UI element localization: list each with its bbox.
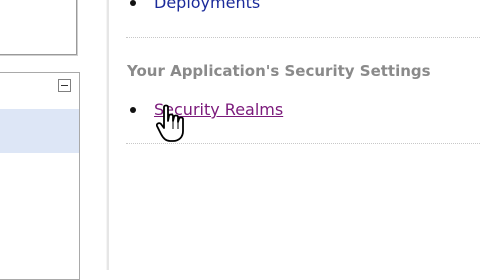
sidebar-top-panel xyxy=(0,0,77,55)
vertical-divider xyxy=(106,0,109,270)
panel-header xyxy=(0,73,79,109)
section-title: Your Application's Security Settings xyxy=(127,62,431,80)
hand-pointer-icon xyxy=(156,104,184,142)
list-item-security-realms: Security Realms xyxy=(130,100,283,119)
collapse-icon[interactable] xyxy=(58,79,71,92)
list-item-deployments: Deployments xyxy=(130,0,260,12)
panel-selected-row[interactable] xyxy=(0,109,79,153)
deployments-link[interactable]: Deployments xyxy=(154,0,260,12)
bullet-icon xyxy=(130,106,136,113)
dotted-divider xyxy=(126,37,480,38)
left-sidebar xyxy=(0,0,100,280)
bullet-icon xyxy=(130,0,136,6)
sidebar-lower-panel xyxy=(0,72,80,280)
